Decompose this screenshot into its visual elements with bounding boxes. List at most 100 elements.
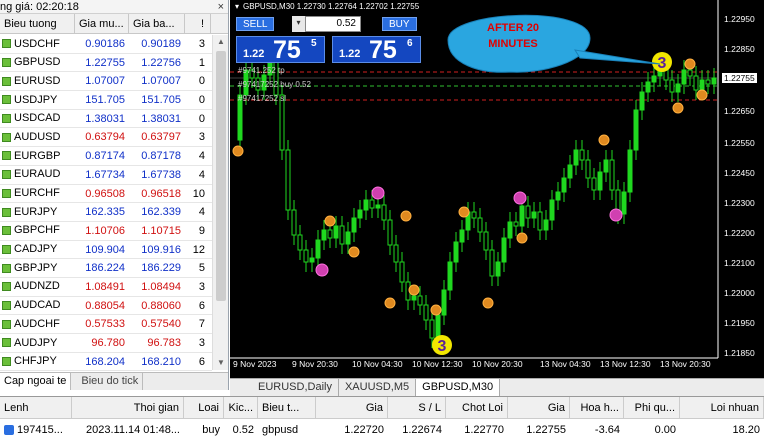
market-watch-row[interactable]: GBPCHF 1.10706 1.10715 9 [0, 222, 212, 241]
column-header[interactable]: Bieu t... [258, 397, 316, 418]
column-header[interactable]: Thoi gian [72, 397, 184, 418]
bid-cell: 162.335 [85, 206, 125, 219]
time-tick-label: 10 Nov 20:30 [472, 359, 523, 369]
scroll-thumb[interactable] [216, 51, 226, 301]
price-tick-label: 1.22300 [724, 198, 755, 208]
market-watch-row[interactable]: AUDJPY 96.780 96.783 3 [0, 334, 212, 353]
bid-cell: 151.705 [85, 94, 125, 107]
one-click-trading-panel: SELL 0.52 ▾ BUY 1.22 75 5 1.22 75 6 [236, 16, 423, 64]
bid-cell: 109.904 [85, 243, 125, 256]
market-watch-row[interactable]: USDJPY 151.705 151.705 0 [0, 91, 212, 110]
column-header[interactable]: Phi qu... [624, 397, 680, 418]
market-watch-header: Bieu tuong Gia mu... Gia ba... ! [0, 14, 228, 34]
ask-cell: 0.96518 [141, 187, 181, 200]
tab-cap-ngoai-te[interactable]: Cap ngoai te [0, 373, 72, 390]
buy-price-fraction: 6 [407, 38, 413, 49]
bid-cell: 1.67734 [85, 168, 125, 181]
candle-body [501, 237, 507, 263]
buy-price-box[interactable]: 1.22 75 6 [332, 36, 421, 64]
market-watch-row[interactable]: AUDCHF 0.57533 0.57540 7 [0, 315, 212, 334]
market-watch-scrollbar[interactable]: ▲ ▼ [212, 35, 228, 370]
symbol-cell: CADJPY [0, 241, 75, 259]
bid-cell: 0.87174 [85, 150, 125, 163]
candle-body [417, 295, 423, 306]
col-spread[interactable]: ! [185, 14, 211, 33]
column-header[interactable]: Hoa h... [570, 397, 624, 418]
chart-header-text: GBPUSD,M30 1.22730 1.22764 1.22702 1.227… [243, 2, 420, 11]
symbol-cell: AUDNZD [0, 278, 75, 296]
symbol-name: AUDJPY [14, 336, 58, 349]
trade-marker-icon [430, 304, 442, 316]
trade-marker-icon [400, 210, 412, 222]
currency-flag-icon [2, 151, 11, 161]
tab-eurusd-daily[interactable]: EURUSD,Daily [230, 379, 339, 396]
sell-price-box[interactable]: 1.22 75 5 [236, 36, 325, 64]
market-watch-row[interactable]: EURCHF 0.96508 0.96518 10 [0, 185, 212, 204]
candle-body [393, 244, 399, 263]
close-icon[interactable]: × [218, 0, 224, 14]
market-watch-row[interactable]: USDCAD 1.38031 1.38031 0 [0, 110, 212, 129]
lot-stepper-icon[interactable]: ▾ [292, 16, 306, 32]
order-buy-icon [4, 425, 14, 435]
candle-body [423, 304, 429, 321]
sell-price-main: 75 [273, 36, 301, 64]
market-watch-row[interactable]: AUDNZD 1.08491 1.08494 3 [0, 278, 212, 297]
column-header[interactable]: Lenh [0, 397, 72, 418]
market-watch-row[interactable]: GBPJPY 186.224 186.229 5 [0, 259, 212, 278]
candle-body [291, 209, 297, 236]
time-tick-label: 9 Nov 20:30 [292, 359, 338, 369]
market-watch-row[interactable]: EURGBP 0.87174 0.87178 4 [0, 147, 212, 166]
scroll-down-icon[interactable]: ▼ [213, 356, 228, 370]
sell-button[interactable]: SELL [236, 17, 275, 31]
spread-cell: 6 [198, 299, 205, 312]
signal-marker-icon [315, 263, 329, 277]
market-watch-row[interactable]: AUDUSD 0.63794 0.63797 3 [0, 128, 212, 148]
tab-bieu-do-tick[interactable]: Bieu do tick [71, 373, 144, 390]
market-watch-row[interactable]: EURUSD 1.07007 1.07007 0 [0, 72, 212, 92]
buy-button[interactable]: BUY [382, 17, 417, 31]
candle-body [525, 205, 531, 219]
candle-body [297, 234, 303, 251]
market-watch-row[interactable]: CHFJPY 168.204 168.210 6 [0, 353, 212, 372]
spread-cell: 4 [198, 206, 205, 219]
time-tick-label: 13 Nov 20:30 [660, 359, 711, 369]
column-header[interactable]: Gia [316, 397, 388, 418]
symbol-cell: GBPUSD [0, 54, 75, 72]
candle-body [645, 81, 651, 93]
symbol-cell: CHFJPY [0, 353, 75, 371]
column-header[interactable]: Kic... [224, 397, 258, 418]
column-header[interactable]: Gia [508, 397, 570, 418]
trade-marker-icon [232, 145, 244, 157]
table-row[interactable]: 197415... 2023.11.14 01:48... buy 0.52 gbpus… [0, 419, 764, 441]
order-ticket: 197415... [17, 424, 63, 436]
market-watch-row[interactable]: USDCHF 0.90186 0.90189 3 [0, 35, 212, 54]
col-symbol[interactable]: Bieu tuong [0, 14, 75, 33]
spread-cell: 0 [198, 75, 205, 88]
candle-body [429, 319, 435, 339]
column-header[interactable]: Loai [184, 397, 224, 418]
market-watch-row[interactable]: AUDCAD 0.88054 0.88060 6 [0, 297, 212, 316]
market-watch-row[interactable]: CADJPY 109.904 109.916 12 [0, 241, 212, 260]
symbol-name: USDJPY [14, 93, 58, 106]
table-cell: 1.22720 [344, 424, 384, 436]
table-cell: 2023.11.14 01:48... [86, 424, 180, 436]
spread-cell: 3 [198, 337, 205, 349]
candle-body [531, 211, 537, 219]
column-header[interactable]: Chot Loi [446, 397, 508, 418]
col-bid[interactable]: Gia mu... [75, 14, 129, 33]
tp-line-label: #9741.252 tp [238, 66, 285, 75]
market-watch-row[interactable]: GBPUSD 1.22755 1.22756 1 [0, 54, 212, 73]
symbol-cell: EURCHF [0, 185, 75, 203]
market-watch-row[interactable]: EURAUD 1.67734 1.67738 4 [0, 166, 212, 185]
tab-xauusd-m5[interactable]: XAUUSD,M5 [339, 379, 417, 396]
market-watch-row[interactable]: EURJPY 162.335 162.339 4 [0, 203, 212, 222]
price-chart[interactable]: 33 ▾ GBPUSD,M30 1.22730 1.22764 1.22702 … [230, 0, 764, 378]
bid-cell: 1.22755 [85, 56, 125, 69]
annotation-bubble-pointer [573, 49, 661, 65]
bid-cell: 186.224 [85, 262, 125, 275]
col-ask[interactable]: Gia ba... [129, 14, 185, 33]
tab-gbpusd-m30[interactable]: GBPUSD,M30 [416, 379, 501, 396]
column-header[interactable]: Loi nhuan [680, 397, 764, 418]
scroll-up-icon[interactable]: ▲ [213, 35, 228, 49]
column-header[interactable]: S / L [388, 397, 446, 418]
